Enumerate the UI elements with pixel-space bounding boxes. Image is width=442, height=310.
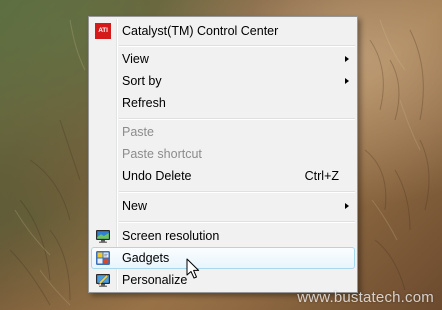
menu-item-refresh[interactable]: Refresh <box>91 92 355 114</box>
menu-item-undo-delete[interactable]: Undo Delete Ctrl+Z <box>91 165 355 187</box>
menu-item-label: Sort by <box>122 74 162 88</box>
personalize-icon <box>95 272 111 288</box>
menu-item-gadgets[interactable]: Gadgets <box>91 247 355 269</box>
monitor-icon <box>95 228 111 244</box>
submenu-arrow-icon <box>345 56 349 62</box>
menu-item-sort-by[interactable]: Sort by <box>91 70 355 92</box>
menu-item-label: Catalyst(TM) Control Center <box>122 24 279 38</box>
menu-item-new[interactable]: New <box>91 195 355 217</box>
mouse-pointer-icon <box>186 258 200 279</box>
menu-separator <box>119 191 355 193</box>
menu-item-screen-resolution[interactable]: Screen resolution <box>91 225 355 247</box>
menu-item-view[interactable]: View <box>91 48 355 70</box>
menu-item-label: Screen resolution <box>122 229 220 243</box>
menu-item-label: Personalize <box>122 273 188 287</box>
menu-item-label: New <box>122 199 148 213</box>
desktop-context-menu: ATI Catalyst(TM) Control Center View Sor… <box>88 16 358 293</box>
watermark-text: www.bustatech.com <box>297 289 434 306</box>
menu-item-label: Undo Delete <box>122 169 192 183</box>
menu-item-label: Paste <box>122 125 154 139</box>
menu-item-label: Paste shortcut <box>122 147 202 161</box>
ati-icon: ATI <box>95 23 111 39</box>
menu-separator <box>119 45 355 47</box>
submenu-arrow-icon <box>345 203 349 209</box>
menu-item-catalyst-control-center[interactable]: ATI Catalyst(TM) Control Center <box>91 20 355 42</box>
menu-item-personalize[interactable]: Personalize <box>91 269 355 291</box>
submenu-arrow-icon <box>345 78 349 84</box>
menu-item-label: Refresh <box>122 96 166 110</box>
menu-item-label: Gadgets <box>122 251 170 265</box>
menu-item-label: View <box>122 52 149 66</box>
menu-item-paste: Paste <box>91 121 355 143</box>
menu-separator <box>119 118 355 120</box>
menu-item-paste-shortcut: Paste shortcut <box>91 143 355 165</box>
gadgets-icon <box>95 250 111 266</box>
shortcut-key-label: Ctrl+Z <box>304 169 339 183</box>
menu-separator <box>119 221 355 223</box>
